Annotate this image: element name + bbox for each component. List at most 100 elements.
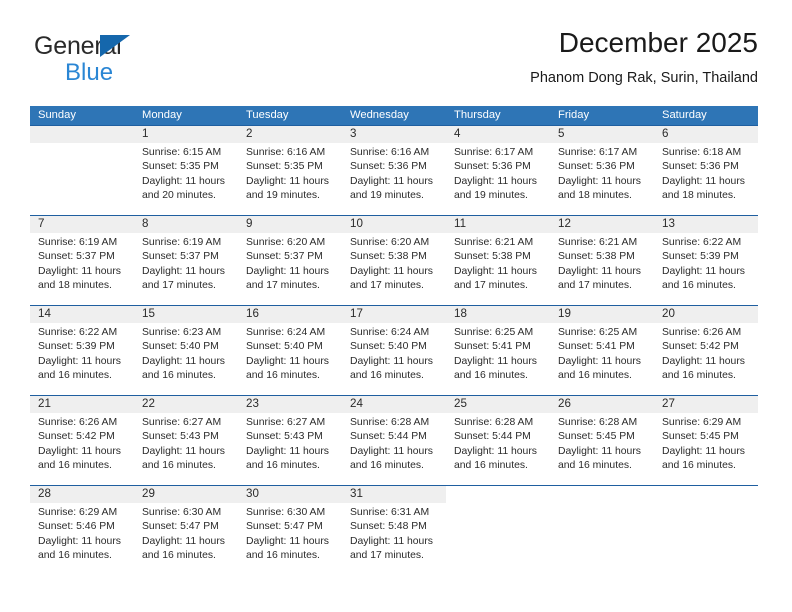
calendar-day-cell[interactable]: 21 Sunrise: 6:26 AM Sunset: 5:42 PM Dayligh…: [30, 395, 134, 485]
day-sun-info: Sunrise: 6:26 AM Sunset: 5:42 PM Daylight:…: [662, 326, 752, 384]
calendar-day-cell[interactable]: 29 Sunrise: 6:30 AM Sunset: 5:47 PM Dayligh…: [134, 485, 238, 573]
day-sun-info: Sunrise: 6:24 AM Sunset: 5:40 PM Daylight:…: [246, 326, 336, 384]
sunrise-time: Sunrise: 6:17 AM: [558, 147, 638, 158]
day-sun-info: Sunrise: 6:30 AM Sunset: 5:47 PM Daylight:…: [246, 506, 336, 564]
daylight-duration-line1: Daylight: 11 hours: [246, 355, 329, 367]
calendar-page: General Blue December 2025 Phanom Dong R…: [0, 0, 792, 612]
calendar-day-cell[interactable]: 1 Sunrise: 6:15 AM Sunset: 5:35 PM Daylight…: [134, 125, 238, 215]
sunrise-time: Sunrise: 6:20 AM: [350, 237, 430, 248]
calendar-day-cell[interactable]: 25 Sunrise: 6:28 AM Sunset: 5:44 PM Dayligh…: [446, 395, 550, 485]
day-number: 19: [558, 307, 571, 320]
calendar-day-cell[interactable]: 20 Sunrise: 6:26 AM Sunset: 5:42 PM Dayligh…: [654, 305, 758, 395]
calendar-day-cell[interactable]: 15 Sunrise: 6:23 AM Sunset: 5:40 PM Dayligh…: [134, 305, 238, 395]
calendar-day-cell[interactable]: 27 Sunrise: 6:29 AM Sunset: 5:45 PM Dayligh…: [654, 395, 758, 485]
day-sun-info: Sunrise: 6:17 AM Sunset: 5:36 PM Daylight:…: [558, 146, 648, 204]
calendar-day-cell[interactable]: 2 Sunrise: 6:16 AM Sunset: 5:35 PM Daylight…: [238, 125, 342, 215]
sunrise-time: Sunrise: 6:28 AM: [350, 417, 430, 428]
day-sun-info: Sunrise: 6:16 AM Sunset: 5:36 PM Daylight:…: [350, 146, 440, 204]
daylight-duration-line2: and 16 minutes.: [38, 550, 112, 562]
daylight-duration-line2: and 16 minutes.: [350, 460, 424, 472]
calendar-day-cell[interactable]: 17 Sunrise: 6:24 AM Sunset: 5:40 PM Dayligh…: [342, 305, 446, 395]
day-number: 1: [142, 127, 149, 140]
calendar-day-cell[interactable]: 14 Sunrise: 6:22 AM Sunset: 5:39 PM Dayligh…: [30, 305, 134, 395]
day-number: 2: [246, 127, 253, 140]
day-sun-info: Sunrise: 6:18 AM Sunset: 5:36 PM Daylight:…: [662, 146, 752, 204]
sunrise-time: Sunrise: 6:22 AM: [38, 327, 118, 338]
calendar-day-cell[interactable]: 19 Sunrise: 6:25 AM Sunset: 5:41 PM Dayligh…: [550, 305, 654, 395]
calendar-day-cell[interactable]: 8 Sunrise: 6:19 AM Sunset: 5:37 PM Daylight…: [134, 215, 238, 305]
calendar-day-cell[interactable]: 30 Sunrise: 6:30 AM Sunset: 5:47 PM Dayligh…: [238, 485, 342, 573]
daylight-duration-line1: Daylight: 11 hours: [142, 355, 225, 367]
day-number: 9: [246, 217, 253, 230]
sunrise-time: Sunrise: 6:18 AM: [662, 147, 742, 158]
calendar-day-cell[interactable]: 7 Sunrise: 6:19 AM Sunset: 5:37 PM Daylight…: [30, 215, 134, 305]
sunrise-time: Sunrise: 6:27 AM: [246, 417, 326, 428]
calendar-day-cell[interactable]: 3 Sunrise: 6:16 AM Sunset: 5:36 PM Daylight…: [342, 125, 446, 215]
sunset-time: Sunset: 5:45 PM: [558, 431, 635, 443]
sunset-time: Sunset: 5:42 PM: [662, 341, 739, 353]
calendar-day-cell[interactable]: 18 Sunrise: 6:25 AM Sunset: 5:41 PM Dayligh…: [446, 305, 550, 395]
day-sun-info: Sunrise: 6:29 AM Sunset: 5:46 PM Daylight:…: [38, 506, 128, 564]
day-sun-info: Sunrise: 6:31 AM Sunset: 5:48 PM Daylight:…: [350, 506, 440, 564]
daylight-duration-line2: and 16 minutes.: [662, 460, 736, 472]
sunset-time: Sunset: 5:39 PM: [38, 341, 115, 353]
calendar-day-cell[interactable]: 6 Sunrise: 6:18 AM Sunset: 5:36 PM Daylight…: [654, 125, 758, 215]
sunrise-time: Sunrise: 6:29 AM: [662, 417, 742, 428]
week-cells: 7 Sunrise: 6:19 AM Sunset: 5:37 PM Daylight…: [30, 215, 758, 305]
calendar-day-cell[interactable]: 11 Sunrise: 6:21 AM Sunset: 5:38 PM Dayligh…: [446, 215, 550, 305]
daylight-duration-line2: and 19 minutes.: [350, 190, 424, 202]
daylight-duration-line2: and 16 minutes.: [454, 370, 528, 382]
calendar-grid: Sunday Monday Tuesday Wednesday Thursday Frid…: [30, 106, 758, 573]
sunrise-time: Sunrise: 6:26 AM: [38, 417, 118, 428]
calendar-day-cell[interactable]: 24 Sunrise: 6:28 AM Sunset: 5:44 PM Dayligh…: [342, 395, 446, 485]
day-number: 29: [142, 487, 155, 500]
sunset-time: Sunset: 5:47 PM: [246, 521, 323, 533]
calendar-day-cell[interactable]: 12 Sunrise: 6:21 AM Sunset: 5:38 PM Dayligh…: [550, 215, 654, 305]
day-sun-info: Sunrise: 6:28 AM Sunset: 5:44 PM Daylight:…: [454, 416, 544, 474]
calendar-day-cell[interactable]: 22 Sunrise: 6:27 AM Sunset: 5:43 PM Dayligh…: [134, 395, 238, 485]
calendar-day-cell[interactable]: 9 Sunrise: 6:20 AM Sunset: 5:37 PM Daylight…: [238, 215, 342, 305]
calendar-day-cell[interactable]: 16 Sunrise: 6:24 AM Sunset: 5:40 PM Dayligh…: [238, 305, 342, 395]
sunrise-time: Sunrise: 6:17 AM: [454, 147, 534, 158]
sunset-time: Sunset: 5:42 PM: [38, 431, 115, 443]
calendar-day-cell[interactable]: 5 Sunrise: 6:17 AM Sunset: 5:36 PM Daylight…: [550, 125, 654, 215]
day-number: [454, 485, 544, 503]
calendar-day-cell[interactable]: 13 Sunrise: 6:22 AM Sunset: 5:39 PM Dayligh…: [654, 215, 758, 305]
weekday-header-tuesday: Tuesday: [246, 109, 289, 121]
sunrise-time: Sunrise: 6:21 AM: [454, 237, 534, 248]
day-number: 5: [558, 127, 565, 140]
sunset-time: Sunset: 5:45 PM: [662, 431, 739, 443]
week-cells: 21 Sunrise: 6:26 AM Sunset: 5:42 PM Dayligh…: [30, 395, 758, 485]
daylight-duration-line2: and 18 minutes.: [558, 190, 632, 202]
sunset-time: Sunset: 5:35 PM: [142, 161, 219, 173]
calendar-week-row: 7 Sunrise: 6:19 AM Sunset: 5:37 PM Daylight…: [30, 215, 758, 305]
daylight-duration-line1: Daylight: 11 hours: [38, 445, 121, 457]
calendar-day-cell[interactable]: 31 Sunrise: 6:31 AM Sunset: 5:48 PM Dayligh…: [342, 485, 446, 573]
week-cells: 28 Sunrise: 6:29 AM Sunset: 5:46 PM Dayligh…: [30, 485, 758, 573]
calendar-day-cell[interactable]: 28 Sunrise: 6:29 AM Sunset: 5:46 PM Dayligh…: [30, 485, 134, 573]
general-blue-logo[interactable]: General Blue: [34, 32, 214, 90]
calendar-day-cell[interactable]: 26 Sunrise: 6:28 AM Sunset: 5:45 PM Dayligh…: [550, 395, 654, 485]
daylight-duration-line1: Daylight: 11 hours: [350, 355, 433, 367]
title-block: December 2025 Phanom Dong Rak, Surin, Th…: [530, 26, 758, 87]
day-number: 31: [350, 487, 363, 500]
day-sun-info: Sunrise: 6:22 AM Sunset: 5:39 PM Daylight:…: [662, 236, 752, 294]
day-sun-info: Sunrise: 6:28 AM Sunset: 5:44 PM Daylight:…: [350, 416, 440, 474]
daylight-duration-line2: and 16 minutes.: [142, 460, 216, 472]
day-sun-info: Sunrise: 6:19 AM Sunset: 5:37 PM Daylight:…: [142, 236, 232, 294]
daylight-duration-line1: Daylight: 11 hours: [350, 175, 433, 187]
weekday-header-sunday: Sunday: [38, 109, 76, 121]
day-number: 17: [350, 307, 363, 320]
sunset-time: Sunset: 5:36 PM: [350, 161, 427, 173]
day-sun-info: Sunrise: 6:16 AM Sunset: 5:35 PM Daylight:…: [246, 146, 336, 204]
calendar-day-cell[interactable]: 4 Sunrise: 6:17 AM Sunset: 5:36 PM Daylight…: [446, 125, 550, 215]
day-sun-info: Sunrise: 6:28 AM Sunset: 5:45 PM Daylight:…: [558, 416, 648, 474]
calendar-day-cell[interactable]: 23 Sunrise: 6:27 AM Sunset: 5:43 PM Dayligh…: [238, 395, 342, 485]
sunset-time: Sunset: 5:36 PM: [454, 161, 531, 173]
daylight-duration-line2: and 16 minutes.: [246, 370, 320, 382]
day-number: 16: [246, 307, 259, 320]
day-sun-info: Sunrise: 6:27 AM Sunset: 5:43 PM Daylight:…: [246, 416, 336, 474]
sunrise-time: Sunrise: 6:24 AM: [246, 327, 326, 338]
calendar-day-cell[interactable]: 10 Sunrise: 6:20 AM Sunset: 5:38 PM Dayligh…: [342, 215, 446, 305]
sunset-time: Sunset: 5:46 PM: [38, 521, 115, 533]
